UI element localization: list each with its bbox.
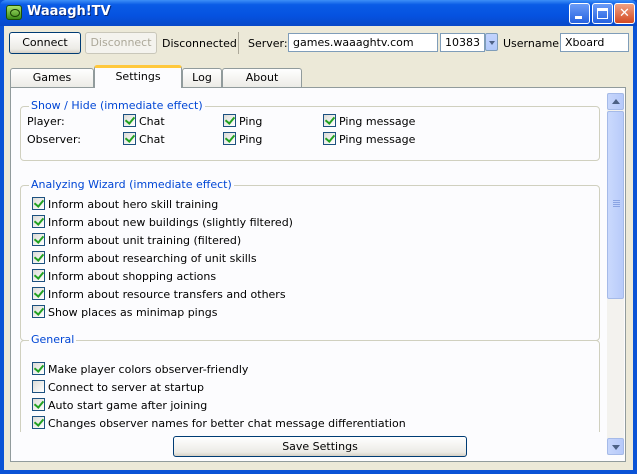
scroll-grip-line	[613, 200, 620, 201]
server-input[interactable]: games.waaaghtv.com	[288, 33, 438, 52]
wizard-shopping-label: Inform about shopping actions	[48, 270, 217, 283]
show-hide-title: Show / Hide (immediate effect)	[29, 99, 205, 112]
wizard-resource-transfers-checkbox[interactable]	[32, 287, 45, 300]
observer-row-label: Observer:	[27, 133, 81, 146]
wizard-minimap-pings-label: Show places as minimap pings	[48, 306, 218, 319]
wizard-new-buildings-checkbox[interactable]	[32, 215, 45, 228]
connect-button[interactable]: Connect	[9, 32, 81, 54]
general-group: General Make player colors observer-frie…	[20, 333, 600, 432]
general-observer-names-label: Changes observer names for better chat m…	[48, 417, 406, 430]
minimize-icon	[575, 16, 582, 19]
general-auto-start-label: Auto start game after joining	[48, 399, 208, 412]
player-row-label: Player:	[27, 115, 65, 128]
scroll-up-button[interactable]	[607, 93, 624, 110]
wizard-researching-checkbox[interactable]	[32, 251, 45, 264]
scroll-grip-line	[613, 204, 620, 205]
player-ping-checkbox[interactable]	[223, 114, 236, 127]
maximize-icon	[597, 8, 608, 19]
wizard-researching-label: Inform about researching of unit skills	[48, 252, 257, 265]
app-logo-icon	[6, 5, 22, 20]
tab-about[interactable]: About	[222, 68, 302, 87]
app-window: Waaagh!TV ✕ Connect Disconnect Disconnec…	[0, 0, 637, 474]
observer-chat-checkbox[interactable]	[123, 132, 136, 145]
observer-ping-checkbox[interactable]	[223, 132, 236, 145]
maximize-button[interactable]	[592, 3, 613, 24]
close-button[interactable]: ✕	[614, 3, 635, 24]
disconnect-button[interactable]: Disconnect	[85, 32, 157, 54]
general-observer-names-checkbox[interactable]	[32, 416, 45, 429]
show-hide-group: Show / Hide (immediate effect) Player: C…	[20, 99, 600, 161]
wizard-hero-skill-checkbox[interactable]	[32, 197, 45, 210]
observer-chat-label: Chat	[139, 133, 165, 146]
general-title: General	[29, 333, 77, 346]
observer-ping-message-checkbox[interactable]	[323, 132, 336, 145]
vertical-scrollbar[interactable]	[607, 93, 624, 455]
close-icon: ✕	[619, 6, 630, 21]
server-label: Server:	[248, 37, 288, 50]
player-chat-checkbox[interactable]	[123, 114, 136, 127]
scroll-down-button[interactable]	[607, 438, 624, 455]
wizard-minimap-pings-checkbox[interactable]	[32, 305, 45, 318]
window-title: Waaagh!TV	[27, 4, 111, 19]
scroll-thumb[interactable]	[607, 111, 624, 299]
tab-settings[interactable]: Settings	[94, 65, 182, 88]
port-input[interactable]: 10383	[440, 33, 485, 52]
wizard-resource-transfers-label: Inform about resource transfers and othe…	[48, 288, 286, 301]
observer-ping-label: Ping	[239, 133, 263, 146]
general-player-colors-label: Make player colors observer-friendly	[48, 363, 249, 376]
player-ping-message-checkbox[interactable]	[323, 114, 336, 127]
connection-status: Disconnected	[162, 37, 237, 50]
observer-ping-message-label: Ping message	[339, 133, 416, 146]
title-bar[interactable]: Waaagh!TV ✕	[0, 0, 637, 26]
general-auto-start-checkbox[interactable]	[32, 398, 45, 411]
general-connect-startup-label: Connect to server at startup	[48, 381, 204, 394]
player-ping-label: Ping	[239, 115, 263, 128]
save-settings-button[interactable]: Save Settings	[173, 436, 467, 457]
analyzing-wizard-group: Analyzing Wizard (immediate effect) Info…	[20, 178, 600, 341]
username-label: Username:	[503, 37, 563, 50]
toolbar-divider	[238, 32, 239, 54]
player-ping-message-label: Ping message	[339, 115, 416, 128]
username-input[interactable]: Xboard	[560, 33, 629, 52]
scroll-grip-line	[613, 206, 620, 207]
settings-scroll-area[interactable]: Show / Hide (immediate effect) Player: C…	[14, 92, 600, 432]
player-chat-label: Chat	[139, 115, 165, 128]
wizard-hero-skill-label: Inform about hero skill training	[48, 198, 219, 211]
wizard-shopping-checkbox[interactable]	[32, 269, 45, 282]
wizard-unit-training-checkbox[interactable]	[32, 233, 45, 246]
wizard-new-buildings-label: Inform about new buildings (slightly fil…	[48, 216, 293, 229]
tab-log[interactable]: Log	[182, 68, 222, 87]
scroll-grip-line	[613, 202, 620, 203]
client-area: Connect Disconnect Disconnected Server: …	[4, 26, 633, 470]
minimize-button[interactable]	[569, 3, 590, 24]
wizard-unit-training-label: Inform about unit training (filtered)	[48, 234, 242, 247]
general-player-colors-checkbox[interactable]	[32, 362, 45, 375]
analyzing-wizard-title: Analyzing Wizard (immediate effect)	[29, 178, 234, 191]
port-dropdown-button[interactable]	[485, 33, 498, 51]
general-connect-startup-checkbox[interactable]	[32, 380, 45, 393]
tab-games[interactable]: Games	[10, 68, 94, 87]
